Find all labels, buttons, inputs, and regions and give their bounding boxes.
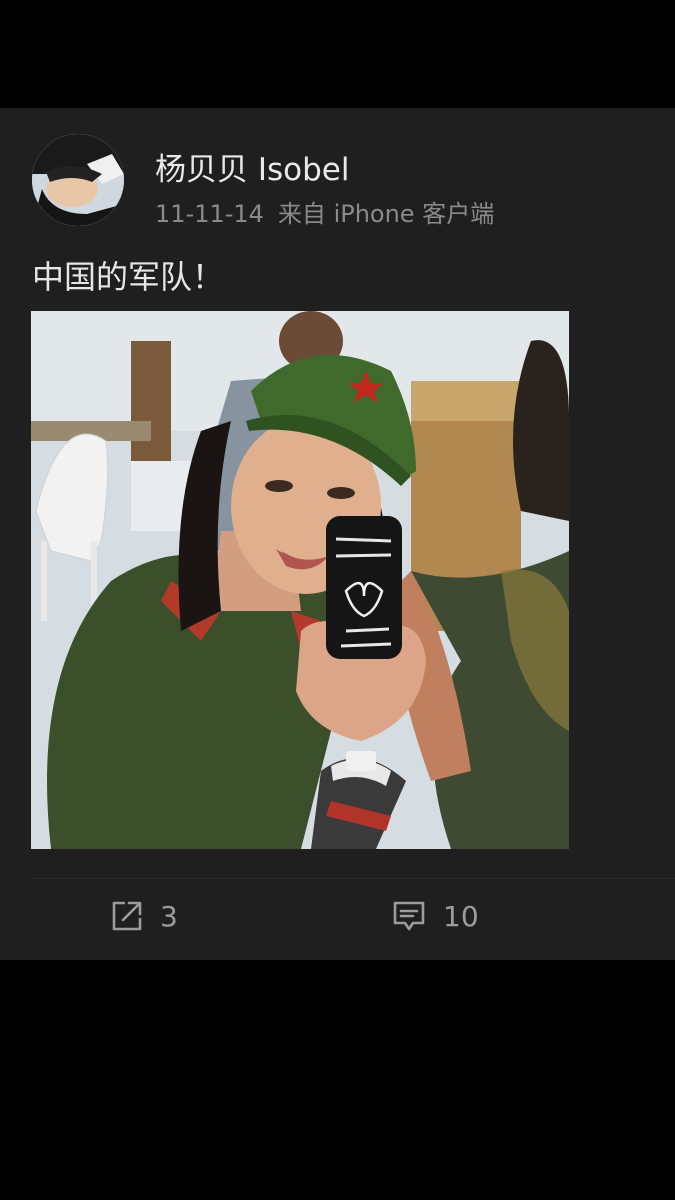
share-icon	[112, 901, 142, 931]
weibo-post-card: 杨贝贝 Isobel 11-11-14 来自 iPhone 客户端 中国的军队！	[0, 108, 675, 960]
comment-count: 10	[443, 899, 479, 933]
post-date: 11-11-14	[155, 200, 264, 228]
post-photo[interactable]	[31, 311, 569, 849]
post-text: 中国的军队！	[32, 258, 225, 296]
avatar-image	[32, 134, 124, 226]
share-count: 3	[160, 899, 178, 933]
comment-button[interactable]: 10	[391, 896, 479, 936]
selfie-photo	[31, 311, 569, 849]
post-source: 来自 iPhone 客户端	[277, 200, 495, 228]
post-meta: 11-11-14 来自 iPhone 客户端	[155, 194, 494, 229]
comment-icon	[393, 901, 425, 931]
username[interactable]: 杨贝贝 Isobel	[155, 144, 349, 189]
post-actions: 3 10	[0, 879, 675, 960]
post-header: 杨贝贝 Isobel 11-11-14 来自 iPhone 客户端	[32, 134, 652, 229]
share-button[interactable]: 3	[110, 896, 178, 936]
avatar[interactable]	[32, 134, 124, 226]
